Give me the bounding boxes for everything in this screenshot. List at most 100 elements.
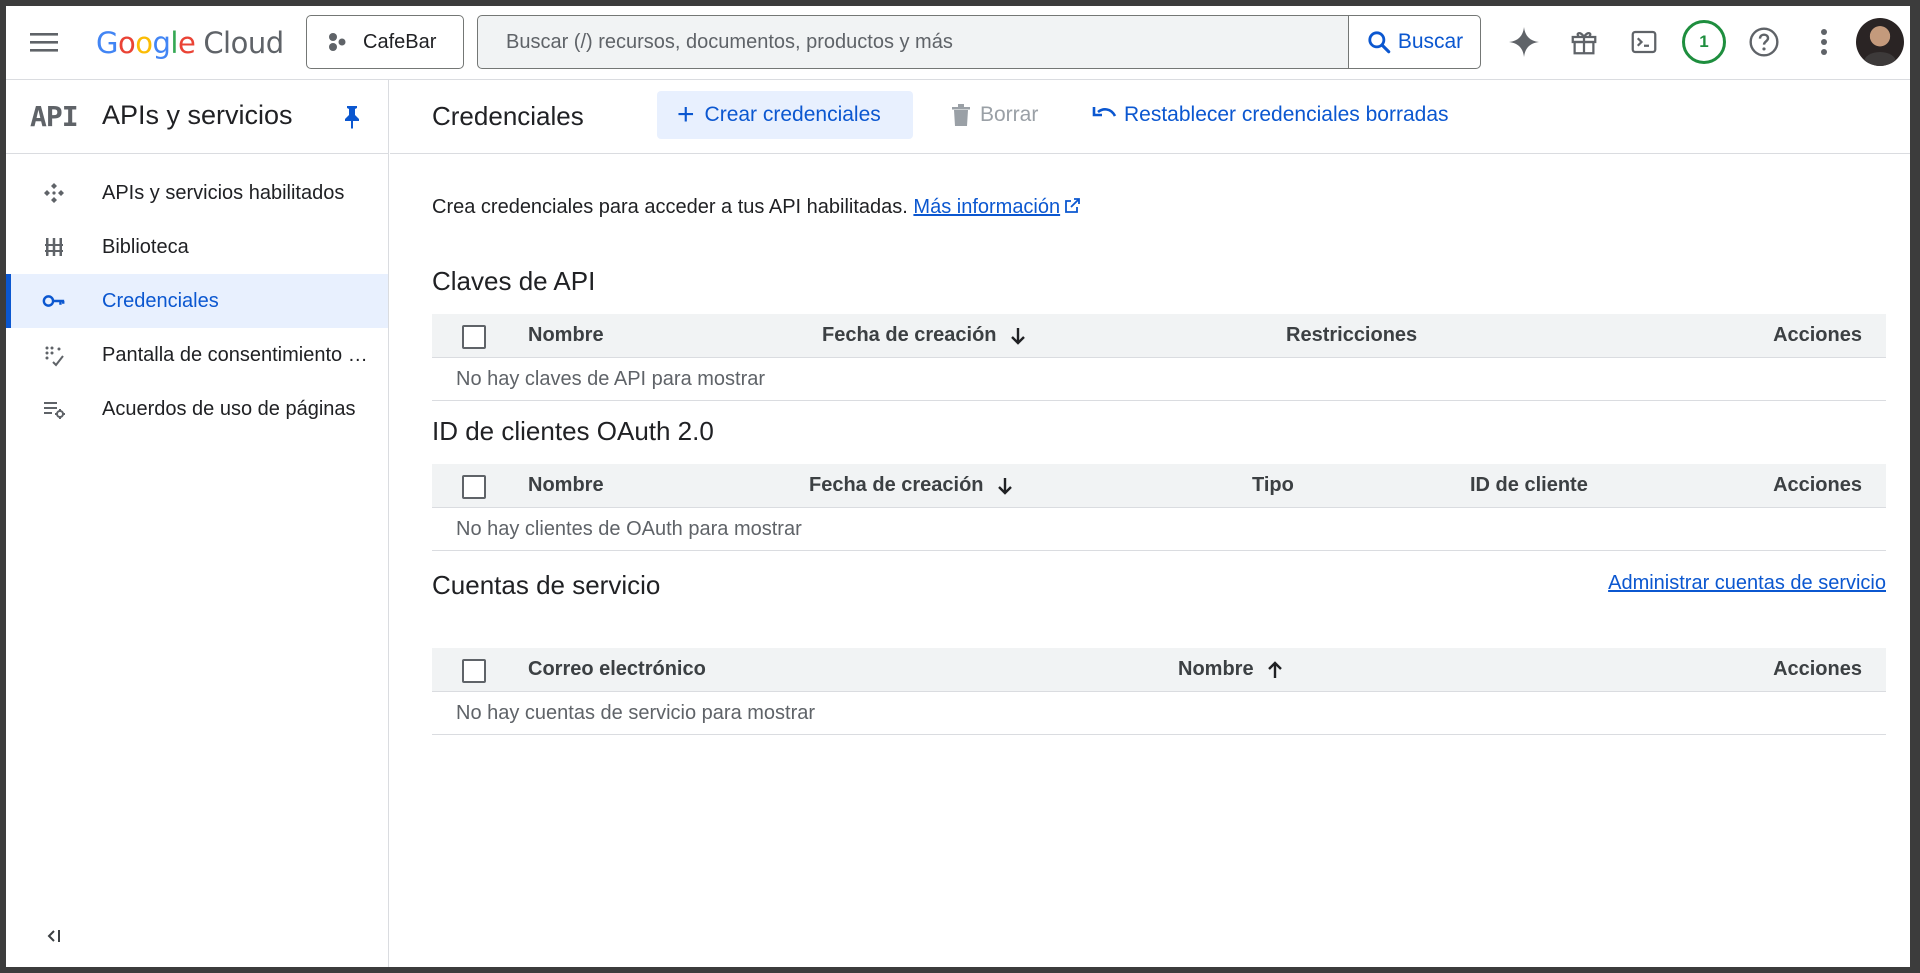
sidebar-nav: APIs y servicios habilitados Biblioteca … [6,166,388,436]
trash-icon [952,104,970,126]
sidebar: API APIs y servicios APIs y servicios ha… [6,80,389,967]
column-actions: Acciones [1773,324,1862,346]
delete-button[interactable]: Borrar [950,91,1038,139]
sidebar-item-library[interactable]: Biblioteca [6,220,388,274]
sidebar-item-label: Credenciales [102,289,219,312]
api-logo: API [30,100,79,133]
table-header: Correo electrónico Nombre Acciones [432,648,1886,692]
oauth-clients-table: Nombre Fecha de creación Tipo ID de clie… [432,464,1886,551]
key-icon [42,289,66,313]
more-options-button[interactable] [1802,20,1846,64]
search-bar: Buscar [477,15,1481,69]
account-avatar[interactable] [1856,18,1904,66]
cloud-wordmark: Cloud [203,26,284,60]
main-menu-button[interactable] [26,24,62,60]
column-email[interactable]: Correo electrónico [528,658,706,681]
gift-icon [1571,32,1597,55]
search-button-label: Buscar [1397,30,1464,53]
google-wordmark: Google [96,26,196,60]
sidebar-item-page-usage[interactable]: Acuerdos de uso de páginas [6,382,388,436]
empty-message: No hay cuentas de servicio para mostrar [456,702,816,724]
column-name[interactable]: Nombre [1178,658,1284,681]
table-header: Nombre Fecha de creación Tipo ID de clie… [432,464,1886,508]
intro-text: Crea credenciales para acceder a tus API… [432,196,1081,219]
page-usage-agreements-icon [42,397,66,421]
empty-message: No hay clientes de OAuth para mostrar [456,518,802,540]
select-all-checkbox[interactable] [462,325,486,349]
search-input[interactable] [478,16,1348,68]
api-keys-table: Nombre Fecha de creación Restricciones A… [432,314,1886,401]
more-vert-icon [1821,29,1827,55]
page-title: Credenciales [432,101,584,131]
project-dots-icon [329,33,346,51]
arrow-up-icon [1267,660,1282,678]
table-header: Nombre Fecha de creación Restricciones A… [432,314,1886,358]
cloud-shell-button[interactable] [1622,20,1666,64]
pin-icon [345,106,359,129]
column-actions: Acciones [1773,658,1862,680]
search-icon [1368,31,1391,54]
sidebar-item-label: Acuerdos de uso de páginas [102,397,356,420]
service-accounts-table: Correo electrónico Nombre Acciones No ha… [432,648,1886,735]
arrow-down-icon [1010,327,1025,345]
search-button[interactable]: Buscar [1348,16,1480,68]
column-restrictions[interactable]: Restricciones [1286,324,1417,347]
oauth-clients-title: ID de clientes OAuth 2.0 [432,416,714,446]
more-info-link[interactable]: Más información [913,196,1060,218]
undo-icon [1092,107,1117,117]
sparkle-icon [1509,27,1539,57]
column-actions: Acciones [1773,474,1862,496]
main-content: Credenciales + Crear credenciales Borrar… [390,80,1910,967]
column-creation-date[interactable]: Fecha de creación [822,324,1027,347]
apis-services-icon [42,181,66,205]
empty-message: No hay claves de API para mostrar [456,368,766,390]
select-all-checkbox[interactable] [462,475,486,499]
help-button[interactable] [1742,20,1786,64]
sidebar-item-credentials[interactable]: Credenciales [6,274,388,328]
top-header: GoogleCloud CafeBar Buscar 1 [6,6,1910,80]
column-label: Fecha de creación [809,474,984,496]
column-creation-date[interactable]: Fecha de creación [809,474,1014,497]
empty-row: No hay cuentas de servicio para mostrar [432,692,1886,735]
collapse-sidebar-button[interactable] [44,926,64,951]
terminal-icon [1631,30,1657,54]
arrow-down-icon [997,477,1012,495]
delete-label: Borrar [980,103,1039,126]
pin-button[interactable] [341,104,363,135]
external-link-icon [1065,198,1081,213]
app-window: GoogleCloud CafeBar Buscar 1 [6,6,1910,967]
restore-deleted-credentials-button[interactable]: Restablecer credenciales borradas [1092,91,1449,139]
sidebar-item-apis-enabled[interactable]: APIs y servicios habilitados [6,166,388,220]
column-label: Fecha de creación [822,324,997,346]
sidebar-item-consent-screen[interactable]: Pantalla de consentimiento de OAuth [6,328,388,382]
sidebar-item-label: Biblioteca [102,235,189,258]
column-name[interactable]: Nombre [528,474,604,497]
hamburger-icon [30,33,58,52]
project-picker-button[interactable]: CafeBar [306,15,464,69]
select-all-checkbox[interactable] [462,659,486,683]
gemini-button[interactable] [1502,20,1546,64]
intro-description: Crea credenciales para acceder a tus API… [432,196,908,218]
column-type[interactable]: Tipo [1252,474,1294,497]
column-client-id[interactable]: ID de cliente [1470,474,1588,497]
help-icon [1749,27,1779,57]
empty-row: No hay clientes de OAuth para mostrar [432,508,1886,551]
manage-service-accounts-link[interactable]: Administrar cuentas de servicio [1608,572,1886,595]
create-credentials-label: Crear credenciales [704,103,881,126]
column-name[interactable]: Nombre [528,324,604,347]
sidebar-title: APIs y servicios [102,100,293,130]
more-info-label: Más información [913,196,1061,218]
sidebar-header: API APIs y servicios [6,80,388,154]
project-name: CafeBar [363,30,437,53]
notifications-count: 1 [1682,20,1726,64]
service-accounts-title: Cuentas de servicio [432,570,661,600]
library-icon [42,235,66,259]
notifications-button[interactable]: 1 [1682,20,1726,64]
column-label: Nombre [1178,658,1254,680]
create-credentials-button[interactable]: + Crear credenciales [657,91,913,139]
collapse-icon [47,930,60,942]
sidebar-item-label: APIs y servicios habilitados [102,181,345,204]
google-cloud-logo[interactable]: Google Cloud [96,26,284,60]
page-toolbar: Credenciales + Crear credenciales Borrar… [390,80,1910,154]
offers-button[interactable] [1562,20,1606,64]
